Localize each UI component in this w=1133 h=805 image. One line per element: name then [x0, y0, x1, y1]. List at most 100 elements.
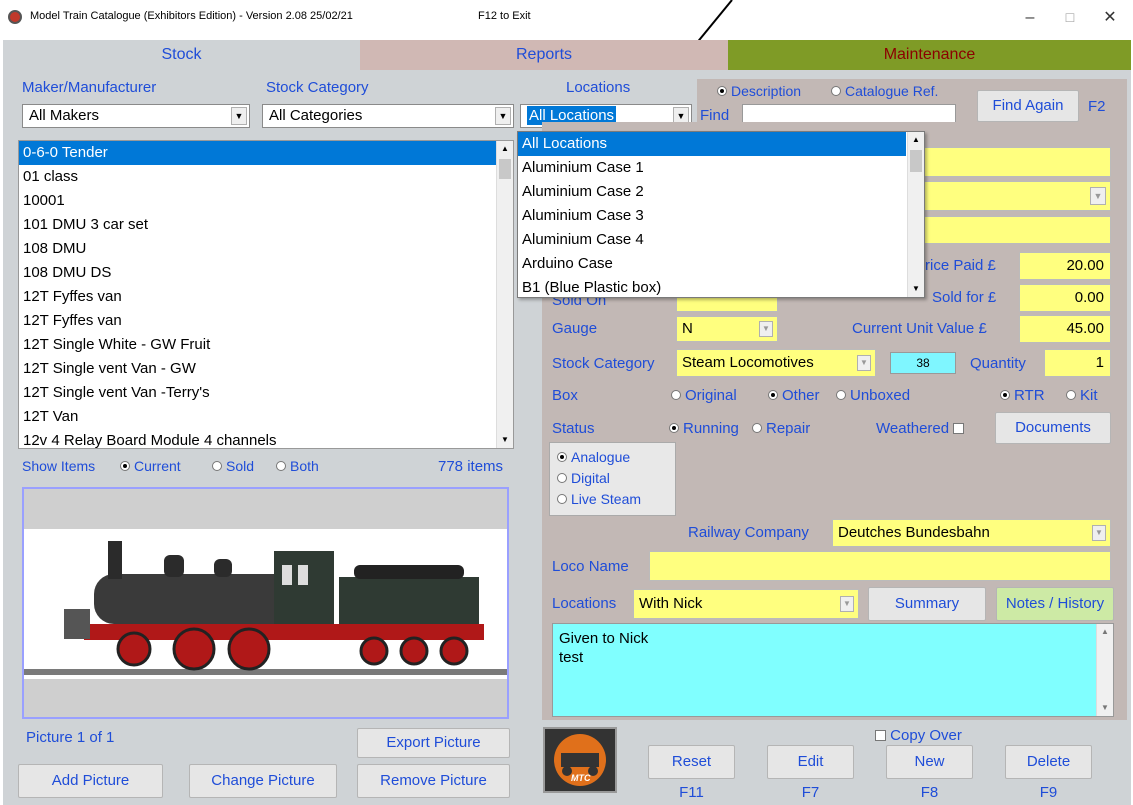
list-item[interactable]: 10001	[19, 189, 497, 213]
remove-picture-button[interactable]: Remove Picture	[357, 764, 510, 798]
notes-scrollbar[interactable]: ▲ ▼	[1096, 624, 1113, 716]
notes-history-button[interactable]: Notes / History	[996, 587, 1114, 621]
list-item[interactable]: 12T Van	[19, 405, 497, 429]
show-current-radio[interactable]: Current	[120, 458, 181, 474]
weathered-checkbox[interactable]: Weathered	[876, 420, 965, 437]
catalogue-ref-field[interactable]	[902, 216, 1111, 244]
sold-for-label: Sold for £	[932, 289, 997, 306]
category-select[interactable]: All Categories ▼	[262, 104, 514, 128]
scroll-up-icon[interactable]: ▲	[1097, 624, 1113, 640]
scroll-down-icon[interactable]: ▼	[497, 432, 513, 448]
status-repair-label: Repair	[766, 420, 811, 437]
box-unboxed-label: Unboxed	[850, 387, 911, 404]
stock-list-scrollbar[interactable]: ▲ ▼	[496, 141, 513, 448]
rtr-radio[interactable]: RTR	[1000, 387, 1045, 404]
description-field[interactable]	[902, 147, 1111, 177]
tab-reports[interactable]: Reports	[360, 40, 728, 70]
chevron-down-icon: ▼	[231, 107, 247, 125]
list-item[interactable]: 01 class	[19, 165, 497, 189]
show-sold-radio[interactable]: Sold	[212, 458, 254, 474]
locations-field-value: With Nick	[639, 595, 703, 612]
notes-line: Given to Nick	[559, 630, 649, 647]
notes-textarea[interactable]: Given to Nick test ▲ ▼	[552, 623, 1114, 717]
list-item[interactable]: 12v 4 Relay Board Module 4 channels	[19, 429, 497, 448]
status-running-radio[interactable]: Running	[669, 420, 739, 437]
documents-button[interactable]: Documents	[995, 412, 1111, 444]
radio-icon	[831, 86, 841, 97]
list-item[interactable]: 12T Single White - GW Fruit	[19, 333, 497, 357]
control-live-steam-radio[interactable]: Live Steam	[557, 491, 641, 507]
change-picture-button[interactable]: Change Picture	[189, 764, 337, 798]
summary-button[interactable]: Summary	[868, 587, 986, 621]
dropdown-scrollbar[interactable]: ▲ ▼	[907, 132, 924, 297]
stock-list[interactable]: 0-6-0 Tender 01 class 10001 101 DMU 3 ca…	[18, 140, 514, 449]
dropdown-option[interactable]: Aluminium Case 4	[518, 228, 906, 252]
scroll-down-icon[interactable]: ▼	[1097, 700, 1113, 716]
edit-key: F7	[801, 784, 820, 801]
weathered-label: Weathered	[876, 420, 950, 437]
locations-field[interactable]: With Nick ▼	[633, 589, 859, 619]
status-repair-radio[interactable]: Repair	[752, 420, 810, 437]
loco-name-label: Loco Name	[552, 558, 629, 575]
reset-key: F11	[679, 784, 704, 801]
scroll-thumb[interactable]	[910, 150, 922, 172]
add-picture-button[interactable]: Add Picture	[18, 764, 163, 798]
current-value-field[interactable]: 45.00	[1019, 315, 1111, 343]
new-button[interactable]: New	[886, 745, 973, 779]
minimize-button[interactable]: –	[1010, 6, 1050, 32]
show-both-radio[interactable]: Both	[276, 458, 319, 474]
list-item[interactable]: 108 DMU DS	[19, 261, 497, 285]
dropdown-option[interactable]: B1 (Blue Plastic box)	[518, 276, 906, 297]
radio-icon	[836, 390, 846, 401]
box-other-radio[interactable]: Other	[768, 387, 820, 404]
box-unboxed-radio[interactable]: Unboxed	[836, 387, 910, 404]
edit-button[interactable]: Edit	[767, 745, 854, 779]
scroll-up-icon[interactable]: ▲	[908, 132, 924, 148]
copy-over-checkbox[interactable]: Copy Over	[875, 727, 962, 744]
dropdown-option[interactable]: Arduino Case	[518, 252, 906, 276]
list-item[interactable]: 101 DMU 3 car set	[19, 213, 497, 237]
kit-radio[interactable]: Kit	[1066, 387, 1098, 404]
window-title: Model Train Catalogue (Exhibitors Editio…	[30, 10, 353, 22]
list-item[interactable]: 108 DMU	[19, 237, 497, 261]
tab-maintenance[interactable]: Maintenance	[728, 40, 1131, 70]
scroll-down-icon[interactable]: ▼	[908, 281, 924, 297]
dropdown-option[interactable]: Aluminium Case 1	[518, 156, 906, 180]
list-item[interactable]: 0-6-0 Tender	[19, 141, 497, 165]
box-original-radio[interactable]: Original	[671, 387, 737, 404]
find-again-button[interactable]: Find Again	[977, 90, 1079, 122]
delete-button[interactable]: Delete	[1005, 745, 1092, 779]
railway-company-select[interactable]: Deutches Bundesbahn ▼	[832, 519, 1111, 547]
scroll-up-icon[interactable]: ▲	[497, 141, 513, 157]
box-other-label: Other	[782, 387, 820, 404]
close-button[interactable]: ✕	[1090, 6, 1130, 32]
maximize-button[interactable]: ☐	[1050, 6, 1090, 32]
loco-name-field[interactable]	[649, 551, 1111, 581]
control-digital-radio[interactable]: Digital	[557, 470, 610, 486]
dropdown-option[interactable]: Aluminium Case 2	[518, 180, 906, 204]
item-count: 778 items	[438, 458, 504, 475]
locations-filter-label: Locations	[566, 79, 631, 96]
list-item[interactable]: 12T Single vent Van - GW	[19, 357, 497, 381]
maker-field[interactable]: ▼	[902, 181, 1111, 211]
dropdown-option[interactable]: All Locations	[518, 132, 906, 156]
maker-select[interactable]: All Makers ▼	[22, 104, 250, 128]
stock-category-select[interactable]: Steam Locomotives ▼	[676, 349, 876, 377]
reset-button[interactable]: Reset	[648, 745, 735, 779]
control-analogue-radio[interactable]: Analogue	[557, 449, 630, 465]
locations-dropdown[interactable]: All Locations Aluminium Case 1 Aluminium…	[517, 131, 925, 298]
search-mode-catalogue[interactable]: Catalogue Ref.	[831, 83, 938, 99]
search-mode-description[interactable]: Description	[717, 83, 801, 99]
price-paid-field[interactable]: 20.00	[1019, 252, 1111, 280]
export-picture-button[interactable]: Export Picture	[357, 728, 510, 758]
list-item[interactable]: 12T Fyffes van	[19, 285, 497, 309]
tab-stock[interactable]: Stock	[3, 40, 360, 70]
list-item[interactable]: 12T Fyffes van	[19, 309, 497, 333]
list-item[interactable]: 12T Single vent Van -Terry's	[19, 381, 497, 405]
quantity-field[interactable]: 1	[1044, 349, 1111, 377]
scroll-thumb[interactable]	[499, 159, 511, 179]
sold-for-field[interactable]: 0.00	[1019, 284, 1111, 312]
radio-icon	[557, 494, 567, 505]
gauge-select[interactable]: N ▼	[676, 316, 778, 342]
dropdown-option[interactable]: Aluminium Case 3	[518, 204, 906, 228]
